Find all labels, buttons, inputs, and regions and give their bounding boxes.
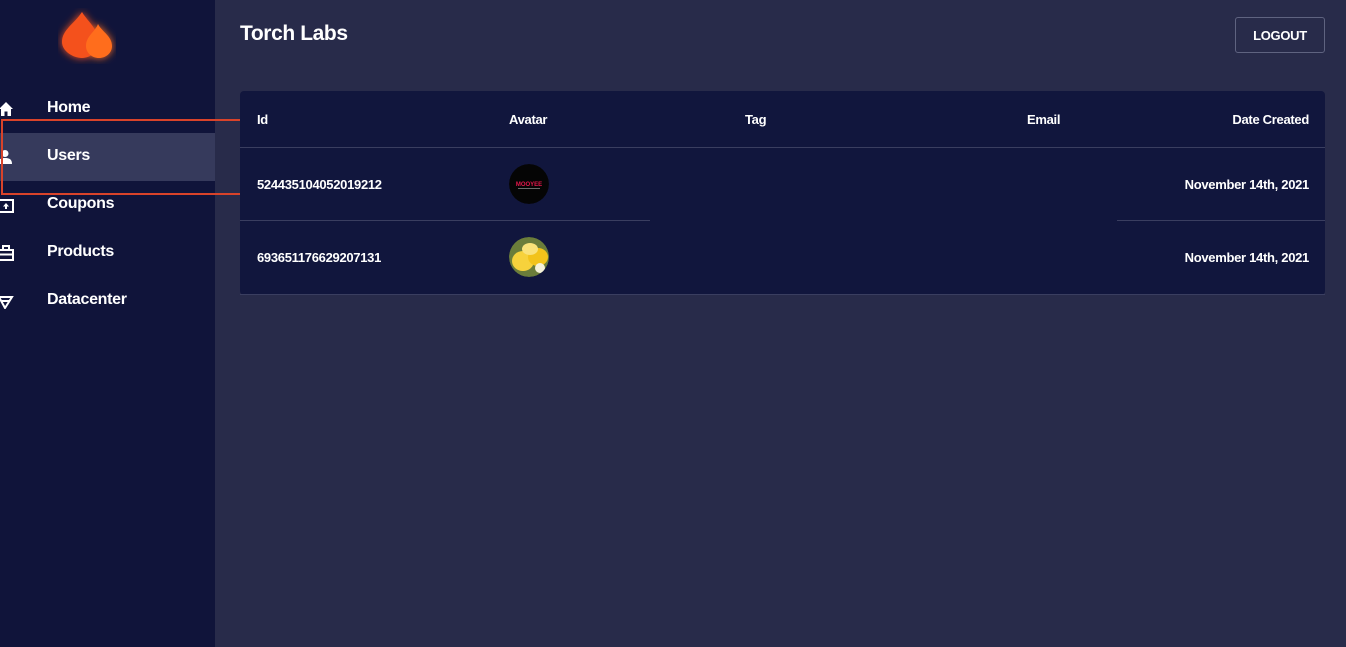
sidebar-item-label: Users: [47, 147, 90, 164]
logout-button[interactable]: LOGOUT: [1235, 17, 1325, 53]
avatar-text: MOOYEE: [516, 182, 542, 188]
flame-logo-icon[interactable]: [58, 8, 116, 64]
column-header-email[interactable]: Email: [1027, 112, 1060, 127]
header-divider: [240, 147, 1325, 148]
app-title-rest: Labs: [300, 22, 348, 45]
row-divider: [240, 294, 1325, 295]
coupon-icon: [0, 196, 14, 214]
sidebar-item-coupons[interactable]: Coupons: [0, 181, 215, 229]
date-created: November 14th, 2021: [1184, 177, 1310, 192]
column-header-date-created[interactable]: Date Created: [1232, 112, 1309, 127]
sidebar-nav: Home Users Coupons Products Datacenter: [0, 85, 215, 325]
column-header-tag[interactable]: Tag: [745, 112, 767, 127]
sidebar-item-label: Products: [47, 243, 114, 260]
users-table: Id Avatar Tag Email Date Created 5244351…: [240, 91, 1325, 295]
sidebar-item-label: Coupons: [47, 195, 115, 212]
column-header-avatar[interactable]: Avatar: [509, 112, 547, 127]
row-divider: [1117, 220, 1325, 221]
sidebar-item-label: Datacenter: [47, 291, 127, 308]
user-icon: [0, 148, 14, 166]
sidebar-item-label: Home: [47, 99, 91, 116]
row-divider: [240, 220, 650, 221]
datacenter-icon: [0, 292, 14, 310]
sidebar-item-home[interactable]: Home: [0, 85, 215, 133]
user-id: 693651176629207131: [257, 250, 382, 265]
black-logo-avatar: MOOYEE: [509, 164, 549, 204]
sidebar-item-users[interactable]: Users: [0, 133, 215, 181]
app-title: Torch Labs: [240, 22, 348, 46]
briefcase-icon: [0, 244, 14, 262]
date-created: November 14th, 2021: [1184, 250, 1310, 265]
user-id: 524435104052019212: [257, 177, 382, 192]
sidebar-item-products[interactable]: Products: [0, 229, 215, 277]
home-icon: [0, 100, 14, 118]
column-header-id[interactable]: Id: [257, 112, 268, 127]
lemon-avatar: [509, 237, 549, 277]
sidebar-item-datacenter[interactable]: Datacenter: [0, 277, 215, 325]
app-title-bold: Torch: [240, 22, 295, 45]
sidebar: Home Users Coupons Products Datacenter: [0, 0, 215, 647]
